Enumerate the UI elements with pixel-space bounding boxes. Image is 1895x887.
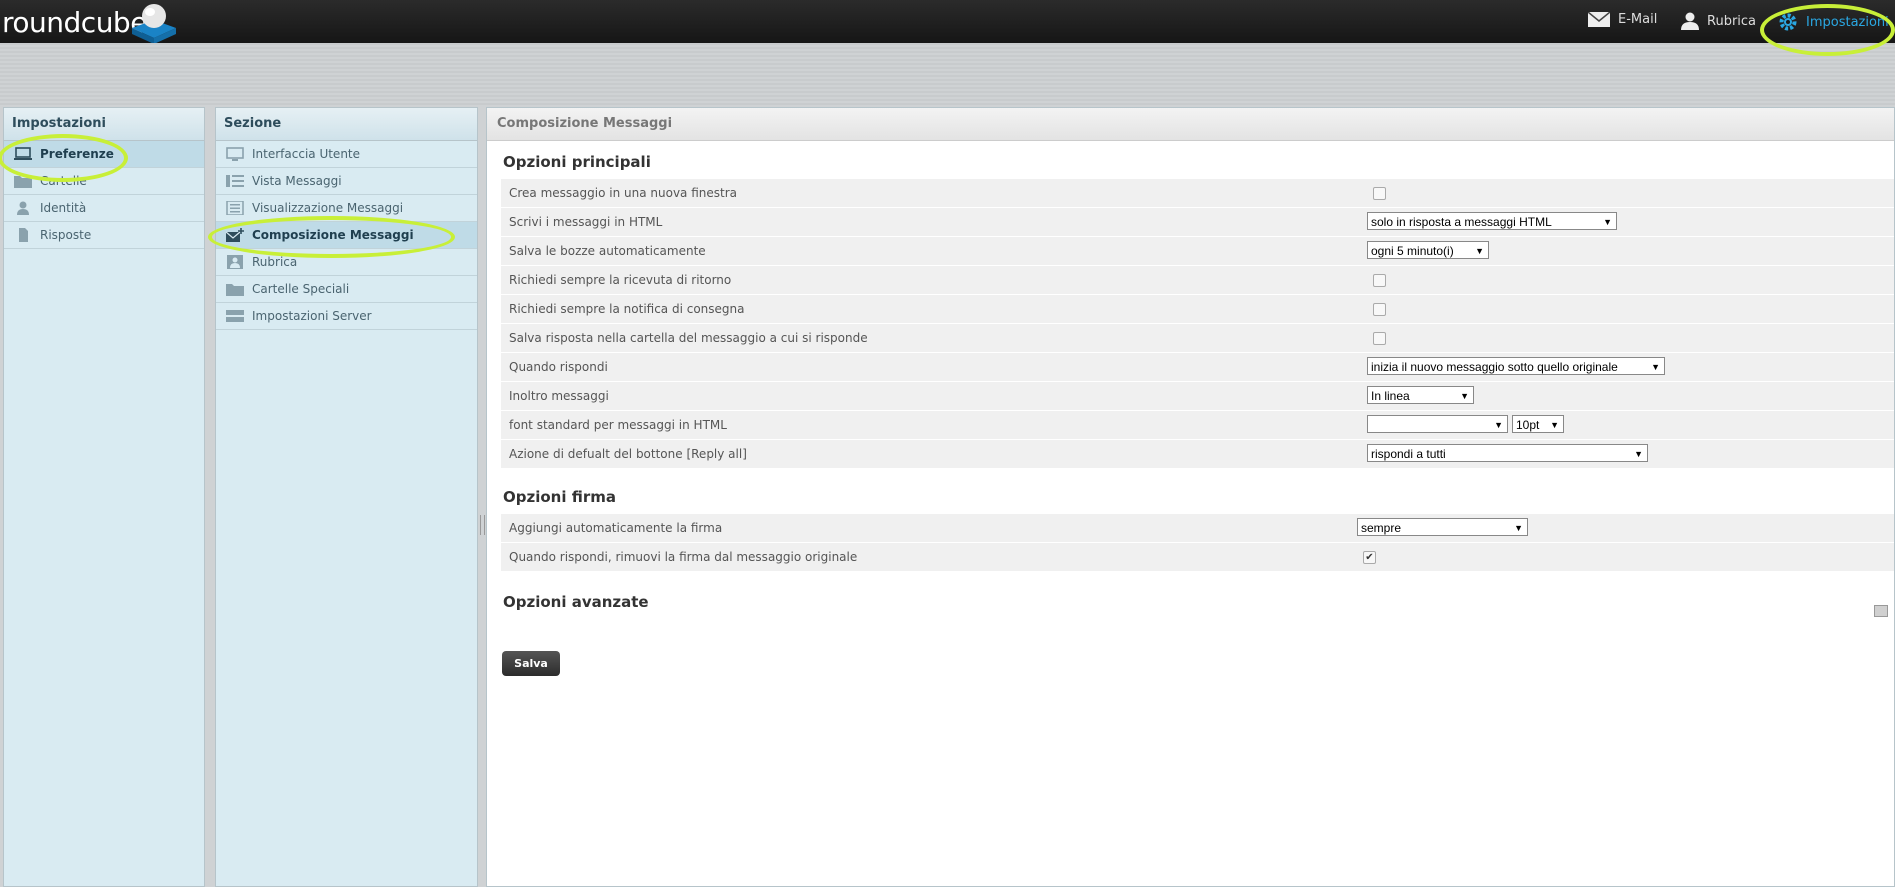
row-reply-all: Azione di defualt del bottone [Reply all… [501, 440, 1894, 468]
top-bar: roundcube E-Mail Rubrica Impostazioni [0, 0, 1895, 44]
nav-email-label: E-Mail [1618, 12, 1658, 27]
section-opzioni-principali: Opzioni principali [503, 153, 651, 171]
chevron-down-icon: ▼ [1475, 246, 1484, 256]
font-select[interactable]: ▼ [1367, 415, 1508, 433]
row-notifica: Richiedi sempre la notifica di consegna [501, 295, 1894, 323]
server-icon [226, 310, 244, 322]
save-button[interactable]: Salva [502, 651, 560, 676]
reply-all-select-value: rispondi a tutti [1371, 447, 1446, 461]
header-stripe [0, 43, 1895, 107]
folder-icon [226, 284, 244, 296]
chevron-down-icon: ▼ [1494, 420, 1503, 430]
section-item-label: Vista Messaggi [252, 174, 342, 188]
html-select-value: solo in risposta a messaggi HTML [1371, 215, 1552, 229]
chevron-down-icon: ▼ [1651, 362, 1660, 372]
inoltro-select-value: In linea [1371, 389, 1410, 403]
roundcube-logo-icon [132, 4, 176, 44]
bozze-select-value: ogni 5 minuto(i) [1371, 244, 1454, 258]
font-size-select[interactable]: 10pt ▼ [1512, 415, 1564, 433]
row-label: Salva le bozze automaticamente [509, 244, 706, 258]
salva-risposta-checkbox[interactable] [1373, 332, 1386, 345]
chevron-down-icon: ▼ [1634, 449, 1643, 459]
highlight-ring [0, 134, 128, 182]
panel-splitter[interactable] [480, 515, 485, 535]
row-font-standard: font standard per messaggi in HTML ▼ 10p… [501, 411, 1894, 439]
row-label: Aggiungi automaticamente la firma [509, 521, 723, 535]
settings-item-label: Risposte [40, 228, 92, 242]
reply-all-select[interactable]: rispondi a tutti ▼ [1367, 444, 1648, 462]
section-item-vista-messaggi[interactable]: Vista Messaggi [216, 168, 477, 195]
person-icon [17, 201, 29, 215]
settings-item-identita[interactable]: Identità [4, 195, 204, 222]
row-label: Quando rispondi, rimuovi la firma dal me… [509, 550, 858, 564]
row-label: Inoltro messaggi [509, 389, 609, 403]
section-panel-title: Sezione [216, 108, 477, 141]
html-select[interactable]: solo in risposta a messaggi HTML ▼ [1367, 212, 1617, 230]
firma-select[interactable]: sempre ▼ [1357, 518, 1528, 536]
document-icon [19, 228, 28, 242]
firma-select-value: sempre [1361, 521, 1402, 535]
row-nuova-finestra: Crea messaggio in una nuova finestra [501, 179, 1894, 207]
chevron-down-icon: ▼ [1460, 391, 1469, 401]
bozze-select[interactable]: ogni 5 minuto(i) ▼ [1367, 241, 1489, 259]
row-html: Scrivi i messaggi in HTML solo in rispos… [501, 208, 1894, 236]
section-opzioni-avanzate[interactable]: Opzioni avanzate [503, 593, 1894, 611]
chevron-down-icon: ▼ [1550, 420, 1559, 430]
nuova-finestra-checkbox[interactable] [1373, 187, 1386, 200]
row-inoltro: Inoltro messaggi In linea ▼ [501, 382, 1894, 410]
nav-rubrica-label: Rubrica [1707, 13, 1757, 29]
highlight-ring [208, 216, 455, 258]
person-icon [1681, 12, 1699, 30]
message-view-icon [226, 201, 244, 215]
highlight-ring [1760, 4, 1895, 56]
section-item-interfaccia-utente[interactable]: Interfaccia Utente [216, 141, 477, 168]
row-label: font standard per messaggi in HTML [509, 418, 727, 432]
nav-rubrica[interactable]: Rubrica [1681, 12, 1756, 30]
row-quando-rispondi: Quando rispondi inizia il nuovo messaggi… [501, 353, 1894, 381]
section-item-label: Impostazioni Server [252, 309, 372, 323]
quando-rispondi-select-value: inizia il nuovo messaggio sotto quello o… [1371, 360, 1618, 374]
monitor-icon [226, 147, 244, 161]
logo-text: roundcube [2, 6, 147, 39]
chevron-down-icon: ▼ [1514, 523, 1523, 533]
settings-item-risposte[interactable]: Risposte [4, 222, 204, 249]
row-bozze: Salva le bozze automaticamente ogni 5 mi… [501, 237, 1894, 265]
row-salva-risposta: Salva risposta nella cartella del messag… [501, 324, 1894, 352]
section-item-label: Cartelle Speciali [252, 282, 350, 296]
row-label: Scrivi i messaggi in HTML [509, 215, 663, 229]
chevron-down-icon: ▼ [1603, 217, 1612, 227]
settings-item-label: Identità [40, 201, 87, 215]
main-content: Composizione Messaggi Opzioni principali… [486, 107, 1895, 887]
quando-rispondi-select[interactable]: inizia il nuovo messaggio sotto quello o… [1367, 357, 1665, 375]
notifica-checkbox[interactable] [1373, 303, 1386, 316]
row-label: Richiedi sempre la notifica di consegna [509, 302, 745, 316]
list-icon [226, 175, 244, 187]
rimuovi-firma-checkbox[interactable] [1363, 551, 1376, 564]
nav-email[interactable]: E-Mail [1588, 12, 1657, 27]
row-ricevuta: Richiedi sempre la ricevuta di ritorno [501, 266, 1894, 294]
section-item-impostazioni-server[interactable]: Impostazioni Server [216, 303, 477, 330]
row-label: Azione di defualt del bottone [Reply all… [509, 447, 747, 461]
section-item-label: Interfaccia Utente [252, 147, 361, 161]
ricevuta-checkbox[interactable] [1373, 274, 1386, 287]
section-opzioni-firma: Opzioni firma [503, 488, 616, 506]
row-label: Salva risposta nella cartella del messag… [509, 331, 868, 345]
inoltro-select[interactable]: In linea ▼ [1367, 386, 1474, 404]
font-size-select-value: 10pt [1516, 418, 1540, 432]
row-firma-auto: Aggiungi automaticamente la firma sempre… [501, 514, 1894, 542]
expand-arrow-icon[interactable] [1874, 605, 1888, 617]
contact-icon [227, 255, 243, 269]
row-rimuovi-firma: Quando rispondi, rimuovi la firma dal me… [501, 543, 1894, 571]
envelope-icon [1588, 12, 1610, 27]
settings-panel: Impostazioni Preferenze Cartelle Identit… [3, 107, 205, 887]
row-label: Crea messaggio in una nuova finestra [509, 186, 737, 200]
main-title: Composizione Messaggi [487, 108, 1894, 141]
row-label: Quando rispondi [509, 360, 608, 374]
row-label: Richiedi sempre la ricevuta di ritorno [509, 273, 732, 287]
section-item-cartelle-speciali[interactable]: Cartelle Speciali [216, 276, 477, 303]
